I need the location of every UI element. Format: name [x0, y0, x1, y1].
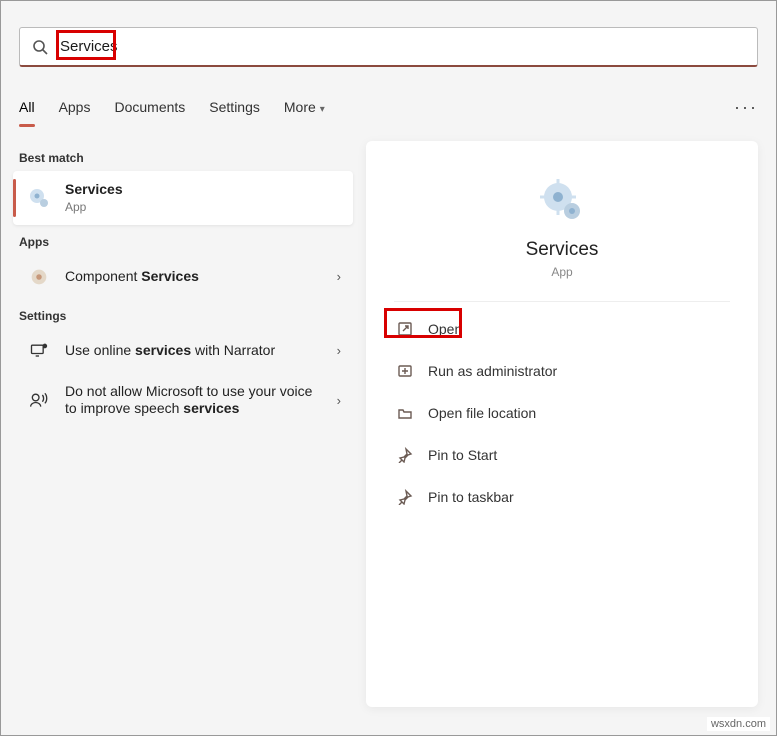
component-icon	[27, 265, 51, 289]
result-setting-speech[interactable]: Do not allow Microsoft to use your voice…	[13, 373, 353, 428]
result-best-subtitle: App	[65, 200, 341, 215]
group-label-apps: Apps	[19, 235, 347, 249]
action-run-admin[interactable]: Run as administrator	[394, 358, 730, 384]
action-pin-taskbar[interactable]: Pin to taskbar	[394, 484, 730, 510]
result-best-title: Services	[65, 181, 123, 197]
result-setting-narrator[interactable]: Use online services with Narrator ›	[13, 329, 353, 373]
more-options-button[interactable]: ···	[734, 97, 758, 118]
detail-title: Services	[394, 239, 730, 261]
result-text-bold: services	[135, 342, 191, 358]
watermark: wsxdn.com	[707, 717, 770, 731]
shield-icon	[396, 362, 414, 380]
results-column: Best match Services App Apps Component S…	[13, 141, 353, 428]
tab-more-label: More	[284, 99, 316, 115]
result-text-bold: Services	[141, 268, 199, 284]
detail-subtitle: App	[394, 265, 730, 279]
search-icon	[32, 39, 48, 55]
monitor-icon	[27, 339, 51, 363]
action-open-location[interactable]: Open file location	[394, 400, 730, 426]
result-text-prefix: Component	[65, 268, 141, 284]
detail-actions: Open Run as administrator Open file loca…	[394, 316, 730, 510]
result-app-component-services[interactable]: Component Services ›	[13, 255, 353, 299]
action-label: Open	[428, 321, 462, 337]
tab-more[interactable]: More ▾	[284, 93, 325, 121]
tab-settings[interactable]: Settings	[209, 93, 260, 121]
chevron-right-icon: ›	[337, 269, 341, 284]
search-bar[interactable]: Services	[19, 27, 758, 67]
action-label: Run as administrator	[428, 363, 557, 379]
app-icon-large	[538, 177, 586, 225]
detail-panel: Services App Open Run as administrator	[366, 141, 758, 707]
action-open[interactable]: Open	[394, 316, 730, 342]
action-label: Open file location	[428, 405, 536, 421]
chevron-down-icon: ▾	[320, 104, 325, 115]
open-icon	[396, 320, 414, 338]
result-text-suffix: with Narrator	[191, 342, 275, 358]
pin-icon	[396, 488, 414, 506]
group-label-settings: Settings	[19, 309, 347, 323]
chevron-right-icon: ›	[337, 343, 341, 358]
tab-apps[interactable]: Apps	[59, 93, 91, 121]
result-text-prefix: Use online	[65, 342, 135, 358]
result-text-bold: services	[183, 400, 239, 416]
search-input-text[interactable]: Services	[58, 38, 120, 55]
action-label: Pin to taskbar	[428, 489, 514, 505]
tab-documents[interactable]: Documents	[114, 93, 185, 121]
speech-icon	[27, 388, 51, 412]
pin-icon	[396, 446, 414, 464]
chevron-right-icon: ›	[337, 393, 341, 408]
result-best-match[interactable]: Services App	[13, 171, 353, 225]
action-pin-start[interactable]: Pin to Start	[394, 442, 730, 468]
action-label: Pin to Start	[428, 447, 497, 463]
filter-tabs: All Apps Documents Settings More ▾ ···	[19, 87, 758, 127]
folder-icon	[396, 404, 414, 422]
tab-all[interactable]: All	[19, 93, 35, 121]
group-label-best: Best match	[19, 151, 347, 165]
gear-icon	[27, 186, 51, 210]
